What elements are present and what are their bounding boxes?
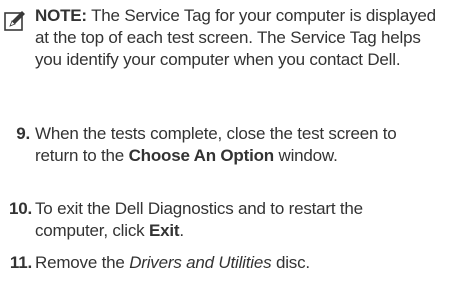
- step-text: When the tests complete, close the test …: [35, 123, 440, 167]
- step-text-part: Remove the: [35, 253, 130, 272]
- step-number: 9.: [16, 124, 30, 143]
- note-text: NOTE: The Service Tag for your computer …: [35, 5, 445, 72]
- pencil-note-icon: [4, 11, 25, 31]
- exit-label: Exit: [148, 221, 180, 241]
- step-text: To exit the Dell Diagnostics and to rest…: [35, 198, 440, 242]
- document-page: NOTE: The Service Tag for your computer …: [0, 0, 450, 300]
- note-body: The Service Tag for your computer is dis…: [35, 6, 436, 70]
- step-number: 10.: [8, 199, 32, 218]
- step-text: Remove the Drivers and Utilities disc.: [35, 252, 440, 274]
- note-label: NOTE:: [35, 6, 87, 25]
- step-text-part: To exit the Dell Diagnostics and to rest…: [35, 199, 363, 241]
- choose-an-option-label: Choose An Option: [128, 146, 275, 166]
- step-text-part: disc.: [271, 253, 310, 272]
- step-text-part: window.: [273, 146, 338, 166]
- step-number: 11.: [9, 253, 32, 272]
- drivers-utilities-title: Drivers and Utilities: [129, 253, 272, 272]
- step-text-part: .: [179, 221, 184, 241]
